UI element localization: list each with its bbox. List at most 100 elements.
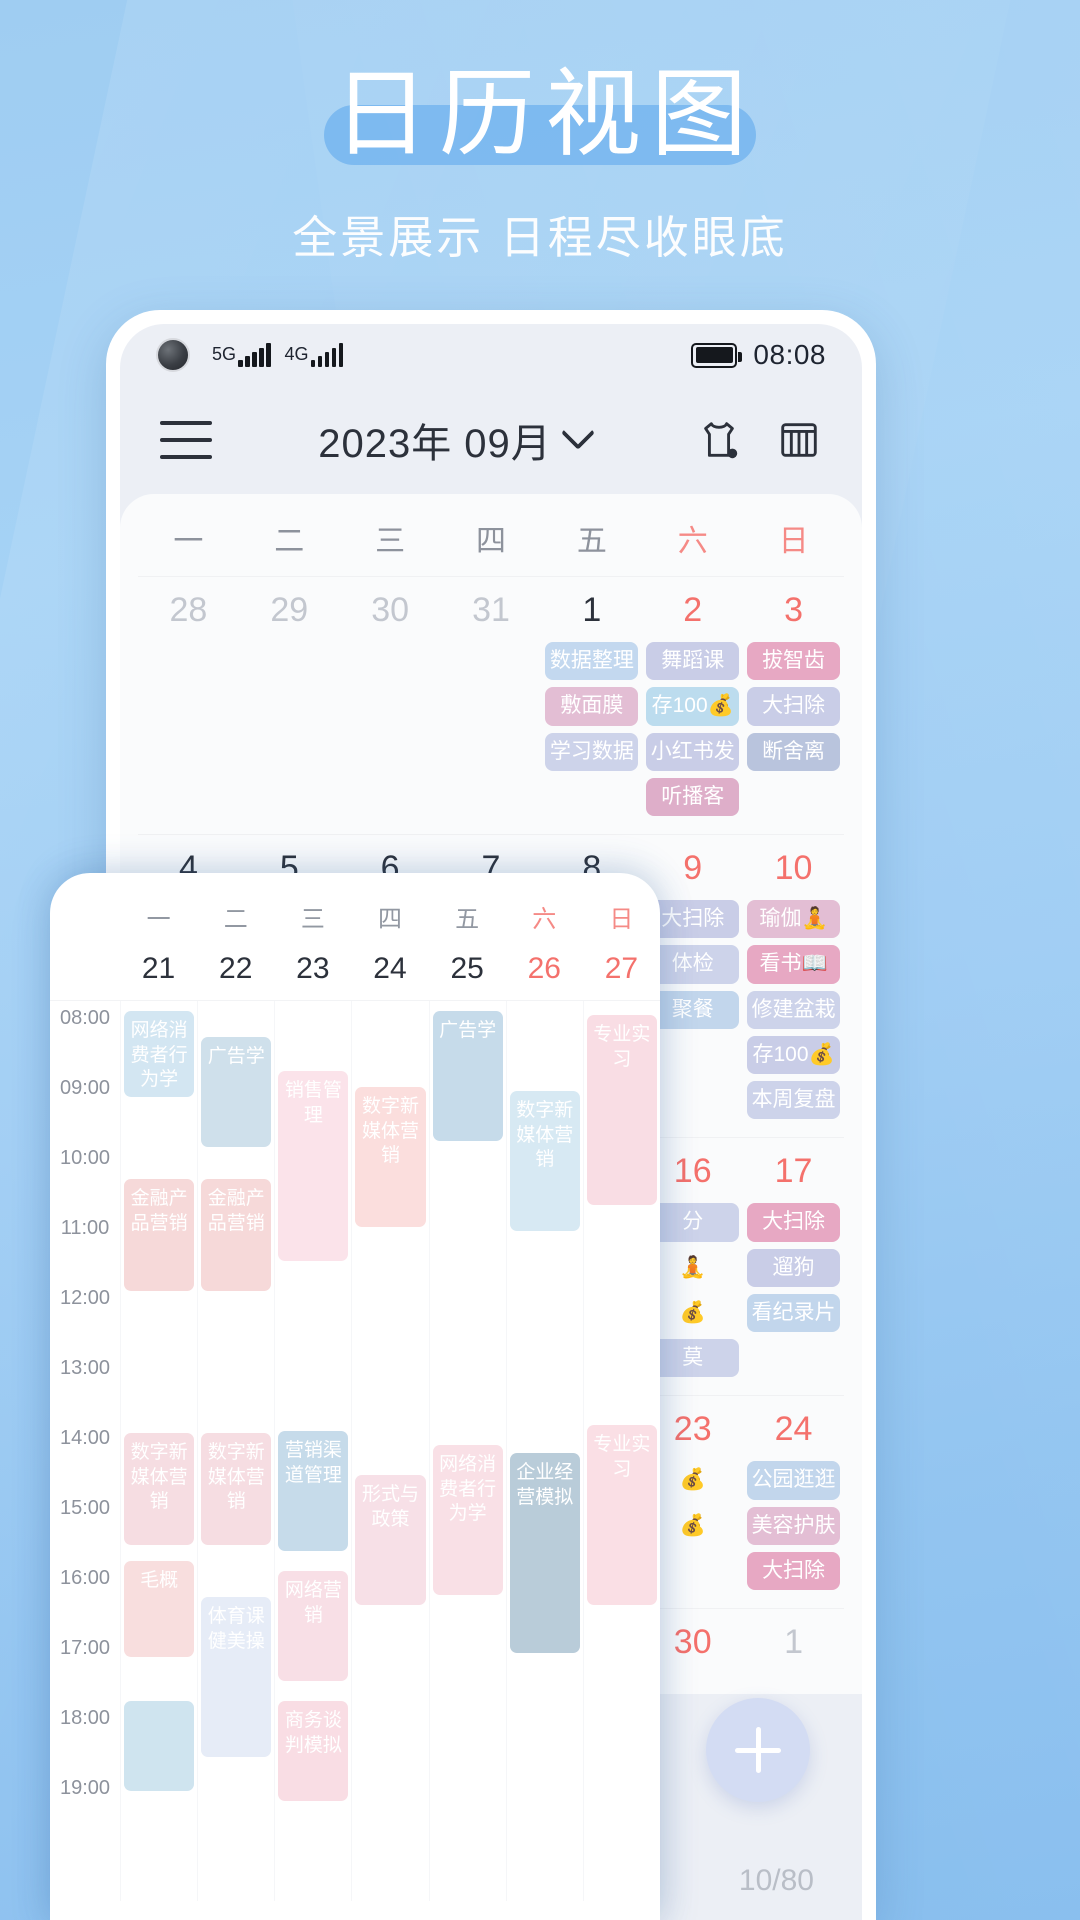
day-cell[interactable]: 1 数据整理敷面膜学习数据 bbox=[541, 591, 642, 834]
day-number: 1 bbox=[784, 1623, 804, 1661]
event-chip[interactable]: 看书📖 bbox=[747, 945, 840, 984]
week-view-event[interactable]: 商务谈判模拟 bbox=[278, 1701, 349, 1801]
event-chip[interactable]: 小红书发 bbox=[646, 732, 740, 771]
day-cell[interactable]: 30 bbox=[340, 591, 441, 834]
week-view-event[interactable]: 形式与政策 bbox=[355, 1475, 426, 1605]
day-cell[interactable]: 2 舞蹈课 存100💰 小红书发 听播客 bbox=[642, 591, 743, 834]
week-view-event[interactable]: 体育课健美操 bbox=[201, 1597, 272, 1757]
hour-label: 09:00 bbox=[59, 1077, 111, 1099]
week-view-column[interactable]: 数字新媒体营销企业经营模拟 bbox=[505, 1001, 583, 1901]
event-chip[interactable]: 大扫除 bbox=[747, 687, 840, 726]
week-view-day-2[interactable]: 23 bbox=[274, 952, 351, 986]
week-view-event[interactable]: 数字新媒体营销 bbox=[509, 1091, 580, 1231]
event-chip[interactable]: 大扫除 bbox=[646, 900, 740, 939]
signal-bars-icon bbox=[238, 343, 271, 367]
week-view-event[interactable]: 网络消费者行为学 bbox=[124, 1011, 195, 1097]
week-view-column[interactable]: 销售管理营销渠道管理网络营销商务谈判模拟 bbox=[274, 1001, 351, 1901]
day-cell[interactable]: 3 拔智齿 大扫除 断舍离 bbox=[743, 591, 844, 834]
event-chip[interactable]: 大扫除 bbox=[747, 1551, 840, 1590]
event-chip[interactable]: 舞蹈课 bbox=[646, 642, 740, 681]
week-view-event[interactable]: 数字新媒体营销 bbox=[355, 1087, 426, 1227]
day-cell[interactable]: 31 bbox=[441, 591, 542, 834]
event-chip[interactable]: 存100💰 bbox=[646, 687, 740, 726]
week-view-day-3[interactable]: 24 bbox=[351, 952, 428, 986]
event-chip[interactable]: 美容护肤 bbox=[747, 1506, 840, 1545]
event-chip[interactable]: 分 bbox=[646, 1203, 740, 1242]
week-view-column[interactable]: 网络消费者行为学金融产品营销 数字新媒体营销毛概 bbox=[120, 1001, 197, 1901]
week-view-column[interactable]: 专业实习 专业实习 bbox=[582, 1001, 660, 1901]
week-view-event[interactable]: 专业实习 bbox=[586, 1015, 657, 1205]
event-chip[interactable]: 莫 bbox=[646, 1339, 740, 1378]
week-view-event[interactable]: 网络营销 bbox=[278, 1571, 349, 1681]
event-chip[interactable]: 体检 bbox=[646, 945, 740, 984]
event-chip[interactable]: 聚餐 bbox=[646, 990, 740, 1029]
day-number: 29 bbox=[270, 591, 309, 629]
week-view-event[interactable]: 广告学 bbox=[432, 1011, 503, 1141]
event-chip[interactable]: 拔智齿 bbox=[747, 642, 840, 681]
hamburger-icon[interactable] bbox=[160, 421, 212, 459]
week-view-day-6[interactable]: 27 bbox=[583, 952, 660, 986]
week-view-column[interactable]: 广告学网络消费者行为学 bbox=[428, 1001, 506, 1901]
event-chip[interactable]: 本周复盘 bbox=[747, 1081, 840, 1120]
day-cell[interactable]: 29 bbox=[239, 591, 340, 834]
week-view-event[interactable]: 营销渠道管理 bbox=[278, 1431, 349, 1551]
week-view-day-numbers: 21 22 23 24 25 26 27 bbox=[50, 940, 660, 1001]
day-cell[interactable]: 17 大扫除 遛狗 看纪录片 bbox=[743, 1152, 844, 1395]
day-number: 1 bbox=[582, 591, 602, 629]
hour-label: 13:00 bbox=[59, 1357, 111, 1379]
hour-axis-spacer bbox=[50, 899, 120, 934]
event-chip[interactable]: 断舍离 bbox=[747, 732, 840, 771]
day-number: 28 bbox=[169, 591, 208, 629]
event-chip[interactable]: 公园逛逛 bbox=[747, 1461, 840, 1500]
week-view-day-1[interactable]: 22 bbox=[197, 952, 274, 986]
app-header: 2023年 09月 bbox=[120, 386, 862, 494]
week-view-day-4[interactable]: 25 bbox=[429, 952, 506, 986]
event-chip[interactable]: 瑜伽🧘 bbox=[747, 900, 840, 939]
signal-bars-icon-2 bbox=[310, 343, 344, 367]
day-cell[interactable]: 1 bbox=[743, 1623, 844, 1692]
day-cell[interactable]: 28 bbox=[138, 591, 239, 834]
event-chip[interactable]: 存100💰 bbox=[747, 1035, 840, 1074]
weekday-header: 一二三四五六日 bbox=[138, 494, 844, 576]
month-title: 2023年 09月 bbox=[318, 422, 552, 466]
event-chip[interactable]: 🧘 bbox=[646, 1249, 739, 1287]
day-cell[interactable]: 10 瑜伽🧘 看书📖 修建盆栽 存100💰 本周复盘 bbox=[743, 849, 844, 1137]
shirt-icon[interactable] bbox=[696, 417, 742, 463]
event-chip[interactable]: 遛狗 bbox=[747, 1248, 840, 1287]
week-view-weekday-header: 一二三四五六日 bbox=[50, 873, 660, 940]
event-chip[interactable]: 数据整理 bbox=[545, 642, 639, 681]
week-view-event[interactable]: 金融产品营销 bbox=[201, 1179, 272, 1291]
month-selector[interactable]: 2023年 09月 bbox=[212, 411, 696, 469]
hour-label: 08:00 bbox=[59, 1007, 111, 1029]
day-events: 瑜伽🧘 看书📖 修建盆栽存100💰 本周复盘 bbox=[747, 900, 840, 1120]
week-view-event[interactable]: 金融产品营销 bbox=[124, 1179, 195, 1291]
week-view-event[interactable]: 毛概 bbox=[124, 1561, 195, 1657]
week-view-event[interactable]: 数字新媒体营销 bbox=[124, 1433, 195, 1545]
event-chip[interactable]: 💰 bbox=[646, 1294, 739, 1332]
event-chip[interactable]: 💰 bbox=[646, 1461, 739, 1499]
event-chip[interactable]: 💰 bbox=[646, 1507, 739, 1545]
event-chip[interactable]: 敷面膜 bbox=[545, 687, 639, 726]
week-view-event[interactable]: 广告学 bbox=[201, 1037, 272, 1147]
column-view-icon[interactable] bbox=[776, 417, 822, 463]
week-view-event[interactable]: 销售管理 bbox=[278, 1071, 349, 1261]
weekday-0: 一 bbox=[173, 525, 204, 558]
week-view-event[interactable]: 网络消费者行为学 bbox=[432, 1445, 503, 1595]
week-view-event[interactable]: 数字新媒体营销 bbox=[201, 1433, 272, 1545]
event-chip[interactable]: 听播客 bbox=[646, 777, 740, 816]
day-cell[interactable]: 24 公园逛逛 美容护肤 大扫除 bbox=[743, 1410, 844, 1608]
week-view-event[interactable] bbox=[124, 1701, 195, 1791]
event-chip[interactable]: 修建盆栽 bbox=[747, 990, 840, 1029]
status-bar: 5G 4G 08:08 bbox=[120, 324, 862, 386]
week-view-column[interactable]: 数字新媒体营销形式与政策 bbox=[351, 1001, 428, 1901]
week-view-day-5[interactable]: 26 bbox=[506, 952, 583, 986]
week-view-day-0[interactable]: 21 bbox=[120, 952, 197, 986]
day-number: 23 bbox=[673, 1410, 712, 1449]
event-chip[interactable]: 学习数据 bbox=[545, 732, 639, 771]
add-event-fab[interactable] bbox=[706, 1698, 810, 1802]
event-chip[interactable]: 大扫除 bbox=[747, 1203, 840, 1242]
event-chip[interactable]: 看纪录片 bbox=[747, 1293, 840, 1332]
week-view-event[interactable]: 专业实习 bbox=[586, 1425, 657, 1605]
week-view-column[interactable]: 广告学金融产品营销 数字新媒体营销体育课健美操 bbox=[197, 1001, 274, 1901]
week-view-event[interactable]: 企业经营模拟 bbox=[509, 1453, 580, 1653]
